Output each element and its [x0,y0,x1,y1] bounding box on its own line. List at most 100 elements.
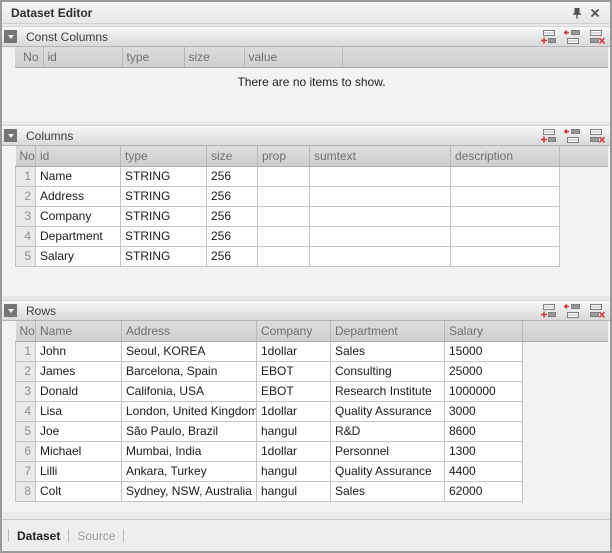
cell[interactable]: Quality Assurance [331,461,445,481]
cell[interactable]: hangul [257,421,331,441]
cell[interactable]: Lilli [36,461,122,481]
row-number[interactable]: 1 [16,341,36,361]
add-row-icon[interactable] [538,128,558,144]
cell[interactable]: Name [36,166,121,186]
cell[interactable]: STRING [121,246,207,266]
cell[interactable]: STRING [121,206,207,226]
cell[interactable]: Mumbai, India [122,441,257,461]
cell[interactable]: James [36,361,122,381]
column-header-size[interactable]: size [184,47,244,67]
cell[interactable]: 256 [207,226,258,246]
row-number[interactable]: 2 [16,361,36,381]
cell[interactable]: hangul [257,461,331,481]
cell[interactable]: 1dollar [257,401,331,421]
cell[interactable]: 1dollar [257,441,331,461]
insert-row-icon[interactable] [562,29,582,45]
cell[interactable] [310,166,451,186]
cell[interactable]: Califonia, USA [122,381,257,401]
cell[interactable] [451,226,560,246]
column-header-address[interactable]: Address [122,321,257,341]
column-header-type[interactable]: type [122,47,184,67]
cell[interactable]: Sales [331,341,445,361]
cell[interactable]: 25000 [445,361,523,381]
pin-icon[interactable] [568,5,586,21]
cell[interactable]: 256 [207,186,258,206]
cell[interactable]: Department [36,226,121,246]
cell[interactable] [451,246,560,266]
cell[interactable] [258,246,310,266]
column-header-prop[interactable]: prop [258,146,310,166]
cell[interactable]: STRING [121,166,207,186]
column-header-size[interactable]: size [207,146,258,166]
column-header-company[interactable]: Company [257,321,331,341]
column-header-id[interactable]: id [36,146,121,166]
tab-dataset[interactable]: Dataset [9,528,68,544]
row-number[interactable]: 3 [16,206,36,226]
cell[interactable]: Quality Assurance [331,401,445,421]
delete-row-icon[interactable] [586,303,606,319]
row-number[interactable]: 1 [16,166,36,186]
cell[interactable]: Company [36,206,121,226]
cell[interactable]: Barcelona, Spain [122,361,257,381]
cell[interactable]: R&D [331,421,445,441]
collapse-icon[interactable] [4,129,17,142]
column-header-name[interactable]: Name [36,321,122,341]
row-number[interactable]: 5 [16,246,36,266]
column-header-no[interactable]: No [16,146,36,166]
collapse-icon[interactable] [4,304,17,317]
cell[interactable]: Personnel [331,441,445,461]
cell[interactable]: 1000000 [445,381,523,401]
cell[interactable]: 1300 [445,441,523,461]
insert-row-icon[interactable] [562,128,582,144]
delete-row-icon[interactable] [586,29,606,45]
cell[interactable] [310,186,451,206]
cell[interactable]: Consulting [331,361,445,381]
column-header-no[interactable]: No [15,47,43,67]
cell[interactable]: Michael [36,441,122,461]
cell[interactable]: Seoul, KOREA [122,341,257,361]
row-number[interactable]: 8 [16,481,36,501]
cell[interactable]: São Paulo, Brazil [122,421,257,441]
insert-row-icon[interactable] [562,303,582,319]
column-header-no[interactable]: No [16,321,36,341]
cell[interactable]: 62000 [445,481,523,501]
column-header-department[interactable]: Department [331,321,445,341]
cell[interactable] [258,226,310,246]
cell[interactable]: hangul [257,481,331,501]
cell[interactable]: EBOT [257,361,331,381]
add-row-icon[interactable] [538,303,558,319]
column-header-id[interactable]: id [43,47,122,67]
delete-row-icon[interactable] [586,128,606,144]
close-icon[interactable] [586,5,604,21]
cell[interactable]: Address [36,186,121,206]
column-header-value[interactable]: value [244,47,342,67]
row-number[interactable]: 7 [16,461,36,481]
collapse-icon[interactable] [4,30,17,43]
cell[interactable]: Colt [36,481,122,501]
cell[interactable]: Salary [36,246,121,266]
cell[interactable]: John [36,341,122,361]
row-number[interactable]: 5 [16,421,36,441]
cell[interactable]: Sales [331,481,445,501]
cell[interactable]: 8600 [445,421,523,441]
cell[interactable] [451,166,560,186]
cell[interactable]: 15000 [445,341,523,361]
cell[interactable]: EBOT [257,381,331,401]
cell[interactable] [310,226,451,246]
tab-source[interactable]: Source [69,528,123,544]
row-number[interactable]: 4 [16,226,36,246]
cell[interactable]: Sydney, NSW, Australia [122,481,257,501]
column-header-description[interactable]: description [451,146,560,166]
column-header-type[interactable]: type [121,146,207,166]
cell[interactable]: Research Institute [331,381,445,401]
cell[interactable]: 256 [207,246,258,266]
cell[interactable]: 3000 [445,401,523,421]
cell[interactable]: 4400 [445,461,523,481]
cell[interactable] [258,206,310,226]
row-number[interactable]: 6 [16,441,36,461]
row-number[interactable]: 4 [16,401,36,421]
column-header-salary[interactable]: Salary [445,321,523,341]
row-number[interactable]: 2 [16,186,36,206]
column-header-sumtext[interactable]: sumtext [310,146,451,166]
cell[interactable] [258,166,310,186]
